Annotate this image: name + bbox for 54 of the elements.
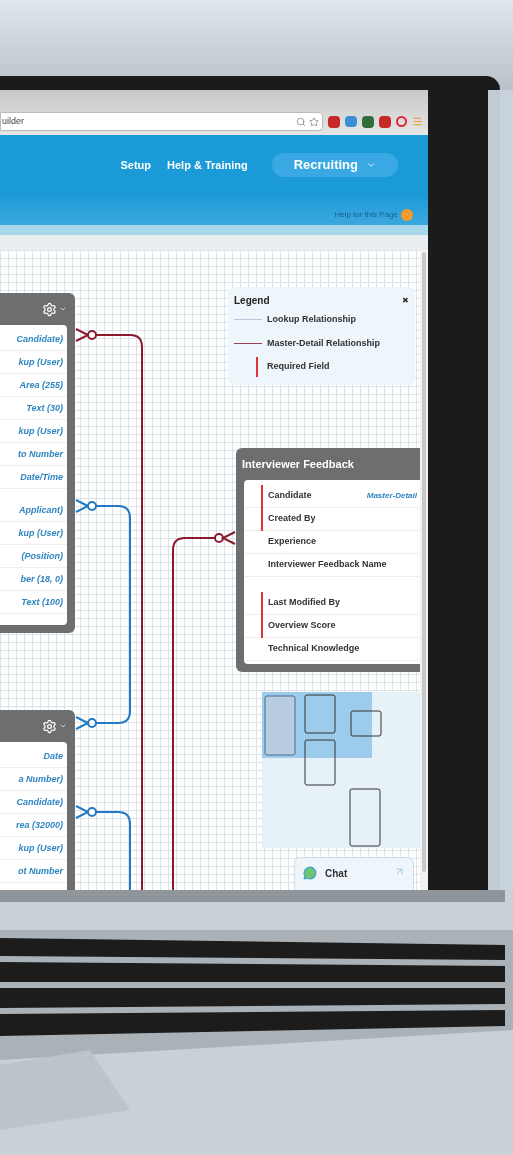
field-name: Last Modified By xyxy=(268,596,340,610)
master-detail-line-icon xyxy=(234,343,262,344)
chat-bubble-icon xyxy=(303,866,317,880)
extension-icon[interactable] xyxy=(379,115,391,128)
settings-icon[interactable] xyxy=(42,301,57,317)
legend-title: Legend xyxy=(234,294,270,308)
field-name: Technical Knowledge xyxy=(268,642,360,656)
nav-link[interactable]: Help & Training xyxy=(167,156,248,174)
lookup-line-icon xyxy=(234,319,262,321)
field-type: kup (User) xyxy=(0,351,67,374)
field-name: Interviewer Feedback Name xyxy=(268,558,387,572)
field-type: Date/Time xyxy=(0,466,67,489)
settings-icon[interactable] xyxy=(42,718,57,734)
legend-label: Required Field xyxy=(267,360,330,374)
legend-label: Lookup Relationship xyxy=(267,313,356,327)
field-type: Area (255) xyxy=(0,374,67,397)
field-type: Text (30) xyxy=(0,397,67,420)
caret-icon xyxy=(366,160,376,170)
legend-label: Master-Detail Relationship xyxy=(267,336,381,350)
menu-icon[interactable] xyxy=(412,116,423,127)
chat-button[interactable]: Chat xyxy=(294,857,414,890)
field-type: Applicant) xyxy=(0,499,67,522)
field-type: (Position) xyxy=(0,545,67,568)
expand-icon xyxy=(394,866,405,877)
field-type: kup (User) xyxy=(0,420,67,443)
field-name: Created By xyxy=(268,512,316,526)
field-type: a Number) xyxy=(0,768,67,791)
field-type: Candidate) xyxy=(0,791,67,814)
field-name: Candidate xyxy=(268,489,312,503)
address-field[interactable]: uilder xyxy=(0,112,323,131)
search-icon[interactable] xyxy=(296,116,306,127)
field-type: to Number xyxy=(0,443,67,466)
extension-icon[interactable] xyxy=(396,116,407,127)
app-menu-button[interactable]: Recruiting xyxy=(271,153,398,177)
extension-icon[interactable] xyxy=(362,115,374,128)
field-name: Overview Score xyxy=(268,619,336,633)
field-type: Text (100) xyxy=(0,591,67,614)
field-type: kup (User) xyxy=(0,522,67,545)
field-type: ot Number xyxy=(0,860,67,883)
field-type: Master-Detail xyxy=(366,490,418,502)
caret-icon[interactable] xyxy=(59,722,67,730)
object-title: Interviewer Feedback xyxy=(242,456,354,472)
close-button[interactable]: ✖ xyxy=(402,294,409,307)
extension-icon[interactable] xyxy=(328,115,340,128)
nav-link[interactable]: Setup xyxy=(120,156,151,174)
field-type: Date xyxy=(0,745,67,768)
field-type: ber (18, 0) xyxy=(0,568,67,591)
field-name: Experience xyxy=(268,535,317,549)
field-type: rea (32000) xyxy=(0,814,67,837)
caret-icon[interactable] xyxy=(59,305,67,313)
field-type: kup (User) xyxy=(0,837,67,860)
field-type: Candidate) xyxy=(0,328,67,351)
star-icon[interactable] xyxy=(309,116,319,127)
extension-icon[interactable] xyxy=(345,116,357,127)
